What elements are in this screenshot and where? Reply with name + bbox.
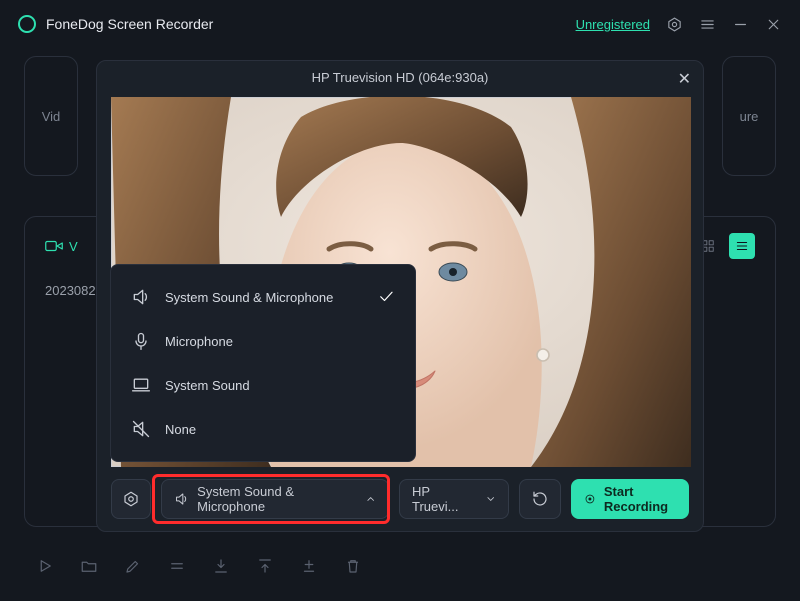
- close-icon[interactable]: [765, 16, 782, 33]
- titlebar: FoneDog Screen Recorder Unregistered: [0, 0, 800, 48]
- start-recording-button[interactable]: Start Recording: [571, 479, 689, 519]
- laptop-icon: [131, 375, 151, 395]
- audio-source-label: System Sound & Microphone: [197, 484, 356, 514]
- audio-option-microphone[interactable]: Microphone: [117, 319, 409, 363]
- modal-close-icon[interactable]: ✕: [678, 69, 691, 89]
- edit-icon[interactable]: [124, 557, 142, 575]
- view-list-button[interactable]: [729, 233, 755, 259]
- settings-icon[interactable]: [666, 16, 683, 33]
- modal-title: HP Truevision HD (064e:930a): [312, 70, 489, 85]
- tab-video[interactable]: V: [45, 239, 78, 254]
- minimize-icon[interactable]: [732, 16, 749, 33]
- rewind-button[interactable]: [519, 479, 561, 519]
- app-logo-icon: [18, 15, 36, 33]
- audio-option-label: None: [165, 422, 395, 437]
- audio-source-button[interactable]: System Sound & Microphone: [161, 479, 389, 519]
- record-settings-button[interactable]: [111, 479, 151, 519]
- check-icon: [377, 287, 395, 308]
- app-title: FoneDog Screen Recorder: [46, 16, 576, 32]
- camera-select-label: HP Truevi...: [412, 484, 477, 514]
- mic-icon: [131, 331, 151, 351]
- audio-option-system-mic[interactable]: System Sound & Microphone: [117, 275, 409, 319]
- play-icon[interactable]: [36, 557, 54, 575]
- mute-icon: [131, 419, 151, 439]
- speaker-icon: [131, 287, 151, 307]
- modal-header: HP Truevision HD (064e:930a) ✕: [97, 61, 703, 93]
- delete-icon[interactable]: [344, 557, 362, 575]
- camera-select-button[interactable]: HP Truevi...: [399, 479, 509, 519]
- audio-source-dropdown: System Sound & Microphone Microphone Sys…: [110, 264, 416, 462]
- audio-option-system[interactable]: System Sound: [117, 363, 409, 407]
- unregistered-link[interactable]: Unregistered: [576, 17, 650, 32]
- add-icon[interactable]: [300, 557, 318, 575]
- download-icon[interactable]: [212, 557, 230, 575]
- folder-icon[interactable]: [80, 557, 98, 575]
- bg-tile-left: Vid: [24, 56, 78, 176]
- menu-icon[interactable]: [699, 16, 716, 33]
- modal-footer: System Sound & Microphone HP Truevi... S…: [97, 467, 703, 531]
- upload-icon[interactable]: [256, 557, 274, 575]
- start-recording-label: Start Recording: [604, 484, 676, 514]
- audio-option-none[interactable]: None: [117, 407, 409, 451]
- tab-video-label: V: [69, 239, 78, 254]
- sliders-icon[interactable]: [168, 557, 186, 575]
- audio-option-label: Microphone: [165, 334, 395, 349]
- bg-tile-right: ure: [722, 56, 776, 176]
- bottom-toolbar: [36, 557, 362, 575]
- audio-option-label: System Sound: [165, 378, 395, 393]
- audio-option-label: System Sound & Microphone: [165, 290, 363, 305]
